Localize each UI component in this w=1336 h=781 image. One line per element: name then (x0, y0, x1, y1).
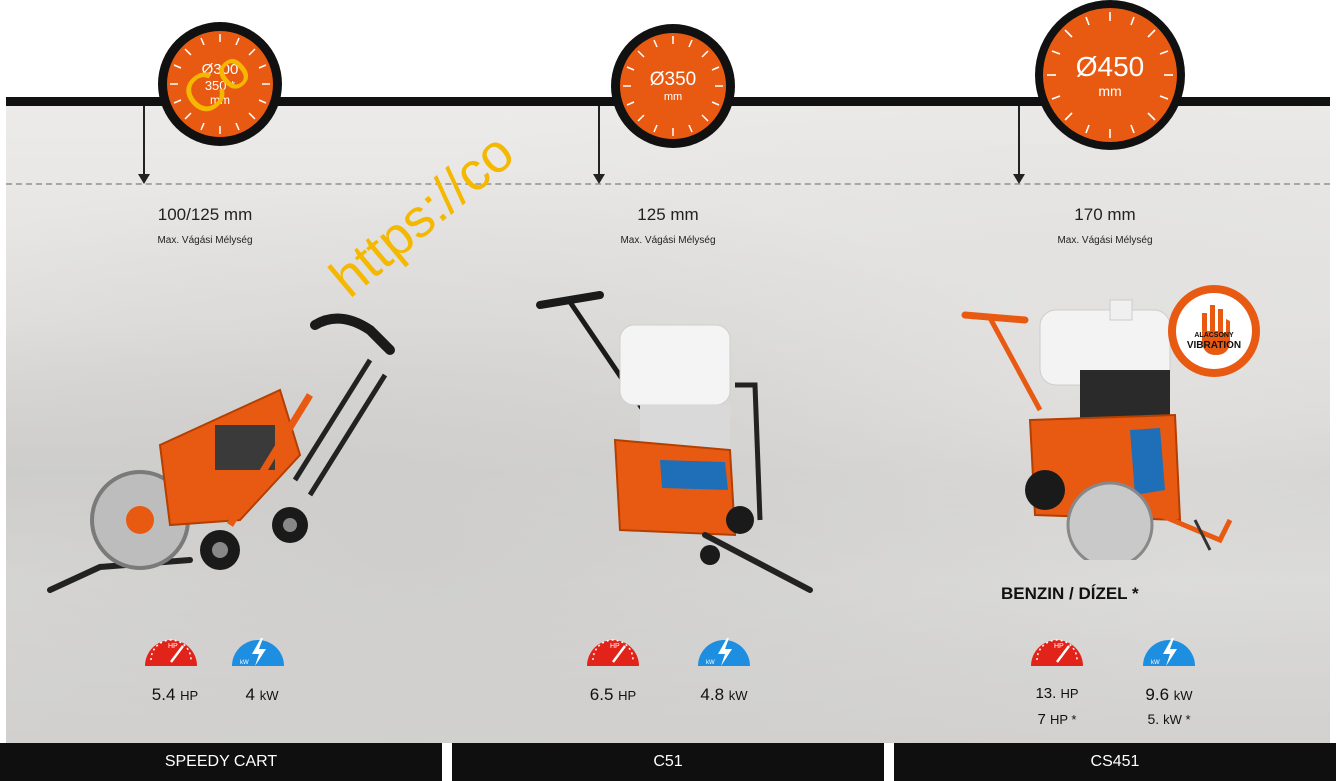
depth-arrow-icon (1013, 106, 1025, 184)
cut-depth: 100/125 mm Max. Vágási Mélység (125, 205, 285, 246)
blade-unit: mm (1098, 83, 1122, 99)
hp-value: 5.4 (151, 685, 176, 704)
low-vibration-badge: ALACSONY VIBRATION (1168, 285, 1260, 377)
depth-arrow-icon (138, 106, 150, 184)
kw-spec: 9.6 kW (1129, 685, 1209, 705)
lightning-icon: kW (1143, 638, 1195, 666)
hp-spec: 6.5 HP (573, 685, 653, 705)
cut-depth-value: 170 mm (1074, 205, 1136, 224)
kw-value-alt: 5. (1147, 711, 1160, 727)
cut-depth: 125 mm Max. Vágási Mélység (588, 205, 748, 246)
cut-depth-label: Max. Vágási Mélység (620, 235, 716, 246)
product-name: C51 (653, 753, 683, 770)
lightning-icon: kW (232, 638, 284, 666)
c51-image (536, 291, 813, 593)
product-tab-speedy-cart[interactable]: SPEEDY CART (0, 743, 442, 781)
kw-unit: kW (259, 688, 279, 703)
kw-icon-label: kW (240, 660, 249, 666)
kw-value: 4.8 (700, 685, 725, 704)
kw-spec-alt: 5. kW * (1129, 711, 1209, 727)
kw-icon-label: kW (706, 660, 715, 666)
hp-value: 13. (1035, 685, 1057, 702)
fuel-type: BENZIN / DÍZEL * (1001, 584, 1139, 603)
hp-icon-label: HP (1054, 643, 1064, 650)
cut-depth-label: Max. Vágási Mélység (157, 235, 253, 246)
speedy-cart-image (47, 313, 395, 593)
cut-depth-value: 100/125 mm (157, 205, 253, 224)
cut-depth-line (6, 183, 1330, 185)
hp-spec: 13. HP (1017, 685, 1097, 702)
lightning-icon: kW (698, 638, 750, 666)
blade-unit: mm (663, 91, 683, 103)
blade-size: Ø450 (1075, 51, 1145, 82)
hp-unit: HP (618, 688, 637, 703)
hp-value: 6.5 (589, 685, 614, 704)
blade-size-disc: Ø450 mm (1035, 0, 1185, 150)
kw-value: 4 (245, 685, 255, 704)
hp-value-alt: 7 (1037, 711, 1046, 728)
hp-gauge-icon: HP (587, 639, 639, 666)
product-tab-c51[interactable]: C51 (452, 743, 884, 781)
hp-spec-alt: 7 HP * (1017, 711, 1097, 728)
kw-spec: 4 kW (222, 685, 302, 705)
blade-size-disc: Ø350 mm (611, 24, 735, 148)
product-name: CS451 (1090, 753, 1140, 770)
hp-gauge-icon: HP (1031, 639, 1083, 666)
hp-icon-label: HP (168, 643, 178, 650)
product-comparison: Ø300 350 * mm Ø350 mm Ø450 mm 100/125 mm… (0, 0, 1336, 781)
cut-depth-value: 125 mm (637, 205, 699, 224)
product-name: SPEEDY CART (164, 753, 278, 770)
kw-unit-alt: kW * (1163, 712, 1191, 727)
badge-bottom-text: VIBRATION (1187, 340, 1241, 351)
product-tab-cs451[interactable]: CS451 (894, 743, 1336, 781)
depth-arrow-icon (593, 106, 605, 184)
hp-unit-alt: HP * (1050, 712, 1077, 727)
kw-unit: kW (1173, 688, 1193, 703)
kw-spec: 4.8 kW (684, 685, 764, 705)
hp-unit: HP (180, 688, 199, 703)
badge-top-text: ALACSONY (1194, 332, 1234, 339)
kw-value: 9.6 (1145, 685, 1170, 704)
kw-icon-label: kW (1151, 660, 1160, 666)
hp-gauge-icon: HP (145, 639, 197, 666)
kw-unit: kW (728, 688, 748, 703)
hp-unit: HP (1060, 686, 1079, 701)
cut-depth-label: Max. Vágási Mélység (1057, 235, 1153, 246)
blade-size: Ø350 (649, 69, 697, 90)
cut-depth: 170 mm Max. Vágási Mélység (1025, 205, 1185, 246)
hp-icon-label: HP (610, 643, 620, 650)
hp-spec: 5.4 HP (135, 685, 215, 705)
